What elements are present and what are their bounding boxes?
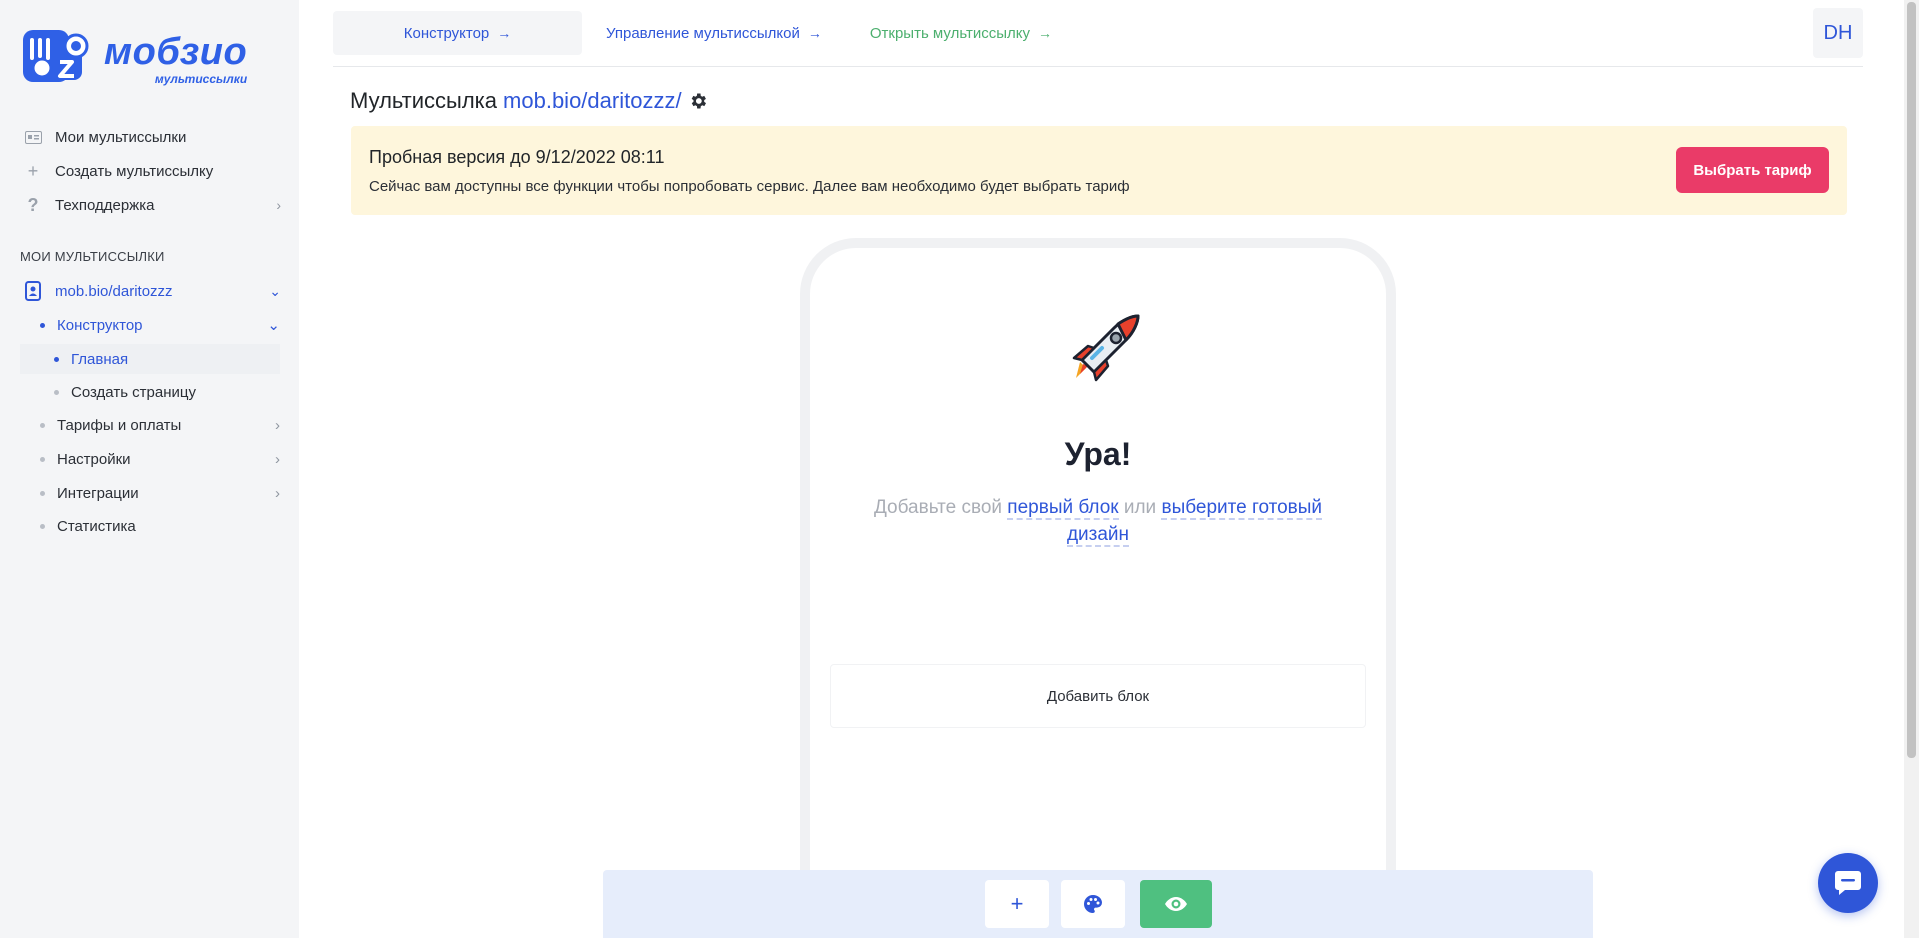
scrollbar[interactable] <box>1904 0 1919 938</box>
logo-mark-icon <box>23 30 89 82</box>
sidebar-item-settings[interactable]: Настройки › <box>40 444 285 474</box>
chevron-down-icon: ⌄ <box>269 282 281 299</box>
sidebar-item-integrations[interactable]: Интеграции › <box>40 478 285 508</box>
brand-subtitle: мультиссылки <box>154 72 248 86</box>
banner-text: Сейчас вам доступны все функции чтобы по… <box>369 178 1130 195</box>
sidebar-item-label: Техподдержка <box>55 196 155 214</box>
palette-icon <box>1084 895 1102 913</box>
sidebar-item-label: Конструктор <box>57 316 143 334</box>
sidebar-item-support[interactable]: ? Техподдержка › <box>0 190 299 220</box>
add-button[interactable]: + <box>985 880 1049 928</box>
sidebar: мобзио мультиссылки Мои мультиссылки + С… <box>0 0 299 938</box>
chat-button[interactable] <box>1818 853 1878 913</box>
bullet <box>40 422 45 428</box>
tab-label: Конструктор <box>403 24 490 42</box>
bullet <box>54 356 59 362</box>
tab-label: Открыть мультиссылку <box>869 24 1030 42</box>
divider <box>333 66 1863 67</box>
page-title-prefix: Мультиссылка <box>350 88 498 113</box>
sidebar-item-constructor[interactable]: Конструктор ⌄ <box>40 310 285 340</box>
chevron-right-icon: › <box>275 416 280 434</box>
add-block-button[interactable]: Добавить блок <box>830 664 1366 728</box>
brand-title: мобзио <box>104 31 248 73</box>
sidebar-item-label: Создать мультиссылку <box>55 162 214 180</box>
sidebar-item-label: mob.bio/daritozzz <box>55 282 173 300</box>
sidebar-item-tariffs[interactable]: Тарифы и оплаты › <box>40 410 285 440</box>
rocket-icon <box>1072 314 1140 382</box>
arrow-right-icon: → <box>807 25 822 41</box>
page-title: Мультиссылка mob.bio/daritozzz/ <box>350 88 708 114</box>
logo[interactable]: мобзио мультиссылки <box>20 26 247 92</box>
logo-text: мобзио мультиссылки <box>104 33 247 85</box>
question-icon: ? <box>27 194 39 215</box>
plus-icon: + <box>27 160 39 181</box>
hint-text: или <box>1123 497 1157 518</box>
bullet <box>40 490 45 496</box>
scrollbar-thumb[interactable] <box>1907 2 1916 758</box>
chevron-down-icon: ⌄ <box>267 317 280 334</box>
tab-manage-link[interactable]: Управление мультиссылкой → <box>582 11 846 55</box>
tab-open-link[interactable]: Открыть мультиссылку → <box>846 11 1076 55</box>
sidebar-item-label: Создать страницу <box>71 383 196 401</box>
bottom-toolbar: + <box>603 870 1593 938</box>
bullet <box>54 389 59 395</box>
phone-user-icon <box>24 281 42 301</box>
phone-preview: Ура! Добавьте свой первый блок или выбер… <box>800 238 1396 938</box>
sidebar-item-statistics[interactable]: Статистика <box>40 511 285 541</box>
avatar[interactable]: DH <box>1813 8 1863 58</box>
sidebar-item-label: Статистика <box>57 517 136 535</box>
tab-label: Управление мультиссылкой <box>606 24 800 42</box>
preview-button[interactable] <box>1140 880 1212 928</box>
top-tabs: Конструктор → Управление мультиссылкой → О… <box>333 11 1076 55</box>
arrow-right-icon: → <box>1037 25 1052 41</box>
bullet <box>40 523 45 529</box>
plus-icon: + <box>1010 891 1024 916</box>
bullet <box>40 322 45 328</box>
section-title: МОИ МУЛЬТИССЫЛКИ <box>20 249 165 264</box>
sidebar-item-create-link[interactable]: + Создать мультиссылку <box>0 156 299 186</box>
sidebar-item-link-daritozzz[interactable]: mob.bio/daritozzz ⌄ <box>0 276 299 306</box>
sidebar-item-label: Интеграции <box>57 484 139 502</box>
banner-title: Пробная версия до 9/12/2022 08:11 <box>369 147 665 167</box>
sidebar-item-label: Настройки <box>57 450 131 468</box>
sidebar-item-my-links[interactable]: Мои мультиссылки <box>0 122 299 152</box>
sidebar-item-label: Главная <box>71 350 129 368</box>
multilink-url[interactable]: mob.bio/daritozzz/ <box>503 88 682 114</box>
sidebar-item-main-page[interactable]: Главная <box>20 344 280 374</box>
chevron-right-icon: › <box>276 197 281 213</box>
chat-bubble-icon <box>1835 871 1861 895</box>
sidebar-item-create-page[interactable]: Создать страницу <box>54 377 196 407</box>
trial-banner: Пробная версия до 9/12/2022 08:11 Сейчас… <box>351 126 1847 215</box>
design-button[interactable] <box>1061 880 1125 928</box>
hint-text: Добавьте свой <box>873 497 1003 518</box>
tab-constructor[interactable]: Конструктор → <box>333 11 582 55</box>
sidebar-item-label: Мои мультиссылки <box>55 128 187 146</box>
choose-tariff-button[interactable]: Выбрать тариф <box>1676 147 1829 193</box>
phone-title: Ура! <box>1064 436 1132 472</box>
eye-icon <box>1165 897 1187 911</box>
arrow-right-icon: → <box>497 25 512 41</box>
bullet <box>40 456 45 462</box>
sidebar-item-label: Тарифы и оплаты <box>57 416 182 434</box>
chevron-right-icon: › <box>275 484 280 502</box>
phone-hint: Добавьте свой первый блок или выберите г… <box>856 494 1340 548</box>
first-block-link[interactable]: первый блок <box>1007 497 1119 520</box>
chevron-right-icon: › <box>275 450 280 468</box>
id-card-icon <box>24 128 42 146</box>
gear-icon[interactable] <box>688 91 708 111</box>
